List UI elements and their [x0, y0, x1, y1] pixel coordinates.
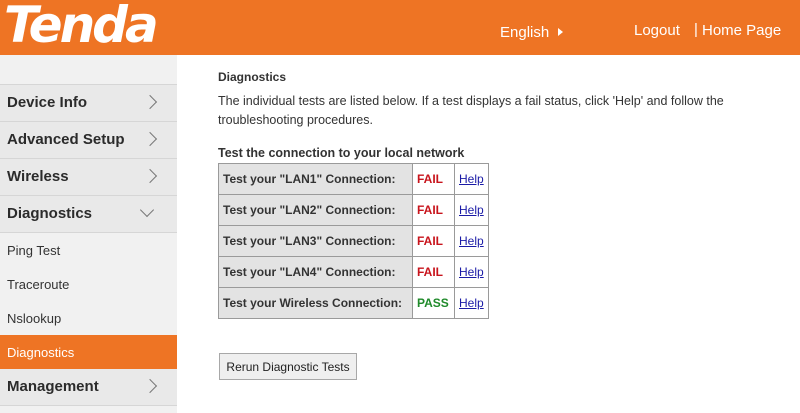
help-link[interactable]: Help — [459, 265, 484, 279]
sidebar-subitem-traceroute[interactable]: Traceroute — [0, 267, 177, 301]
table-row: Test your Wireless Connection: PASS Help — [218, 287, 489, 319]
table-row: Test your "LAN3" Connection: FAIL Help — [218, 225, 489, 257]
sidebar-item-label: Device Info — [7, 94, 88, 111]
chevron-down-icon — [139, 202, 155, 218]
status-badge: FAIL — [412, 225, 455, 257]
sidebar-item-diagnostics[interactable]: Diagnostics — [0, 196, 177, 233]
help-link[interactable]: Help — [459, 234, 484, 248]
sidebar-item-management[interactable]: Management — [0, 369, 177, 406]
sidebar-item-device-info[interactable]: Device Info — [0, 85, 177, 122]
rerun-diagnostic-tests-button[interactable]: Rerun Diagnostic Tests — [219, 353, 357, 380]
language-label: English — [500, 24, 550, 41]
sidebar-item-advanced-setup[interactable]: Advanced Setup — [0, 122, 177, 159]
sidebar-item-label: Advanced Setup — [7, 131, 125, 148]
sidebar-item-label: Wireless — [7, 168, 69, 185]
test-name: Test your "LAN1" Connection: — [218, 163, 413, 195]
status-badge: FAIL — [412, 163, 455, 195]
help-link[interactable]: Help — [459, 172, 484, 186]
test-name: Test your "LAN3" Connection: — [218, 225, 413, 257]
sidebar-spacer — [0, 55, 177, 85]
sidebar-subitem-nslookup[interactable]: Nslookup — [0, 301, 177, 335]
sidebar-subitem-diagnostics[interactable]: Diagnostics — [0, 335, 177, 369]
help-link[interactable]: Help — [459, 296, 484, 310]
logout-link[interactable]: Logout — [634, 22, 680, 39]
help-cell: Help — [454, 225, 489, 257]
main-content: Diagnostics The individual tests are lis… — [218, 70, 778, 319]
section-title: Test the connection to your local networ… — [218, 146, 465, 160]
chevron-right-icon — [142, 94, 158, 110]
help-cell: Help — [454, 194, 489, 226]
help-link[interactable]: Help — [459, 203, 484, 217]
status-badge: FAIL — [412, 256, 455, 288]
caret-right-icon — [558, 28, 564, 36]
status-badge: PASS — [412, 287, 455, 319]
sidebar-subitem-label: Ping Test — [7, 243, 61, 258]
sidebar: Device Info Advanced Setup Wireless Diag… — [0, 55, 177, 413]
tenda-logo: Tenda — [4, 0, 159, 54]
language-selector[interactable]: English — [500, 24, 564, 41]
sidebar-subitem-label: Diagnostics — [7, 345, 75, 360]
test-name: Test your "LAN4" Connection: — [218, 256, 413, 288]
sidebar-item-label: Management — [7, 378, 99, 395]
help-cell: Help — [454, 163, 489, 195]
table-row: Test your "LAN4" Connection: FAIL Help — [218, 256, 489, 288]
sidebar-subitem-label: Nslookup — [7, 311, 62, 326]
chevron-right-icon — [142, 168, 158, 184]
sidebar-subitem-ping-test[interactable]: Ping Test — [0, 233, 177, 267]
sidebar-item-label: Diagnostics — [7, 205, 93, 222]
help-cell: Help — [454, 256, 489, 288]
diagnostics-table: Test your "LAN1" Connection: FAIL Help T… — [218, 163, 489, 319]
sidebar-item-wireless[interactable]: Wireless — [0, 159, 177, 196]
table-row: Test your "LAN1" Connection: FAIL Help — [218, 163, 489, 195]
test-name: Test your Wireless Connection: — [218, 287, 413, 319]
test-name: Test your "LAN2" Connection: — [218, 194, 413, 226]
chevron-right-icon — [142, 378, 158, 394]
chevron-right-icon — [142, 131, 158, 147]
page-description: The individual tests are listed below. I… — [218, 94, 724, 127]
status-badge: FAIL — [412, 194, 455, 226]
table-row: Test your "LAN2" Connection: FAIL Help — [218, 194, 489, 226]
help-cell: Help — [454, 287, 489, 319]
header-separator: | — [694, 21, 698, 38]
page-title: Diagnostics — [218, 70, 287, 84]
top-header: Tenda English Logout | Home Page — [0, 0, 800, 55]
home-page-link[interactable]: Home Page — [702, 22, 781, 39]
sidebar-subitem-label: Traceroute — [7, 277, 70, 292]
